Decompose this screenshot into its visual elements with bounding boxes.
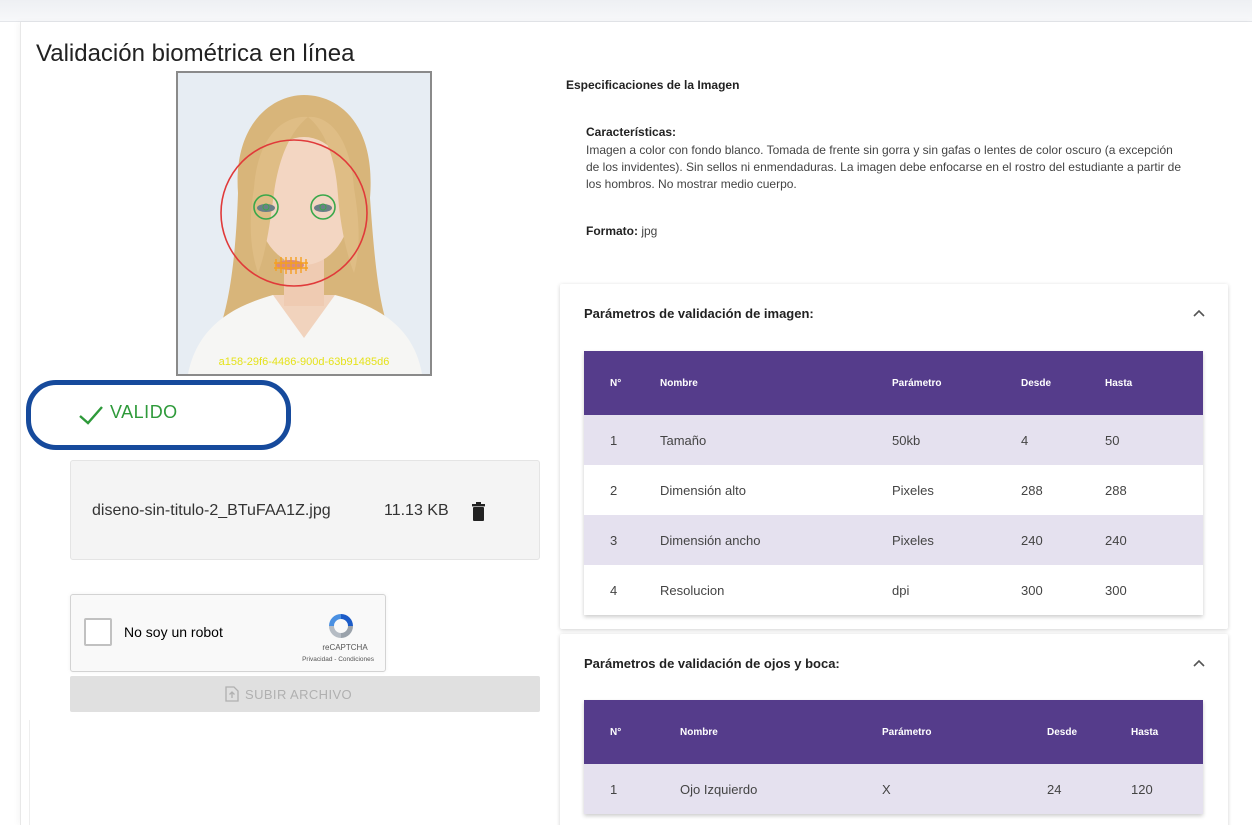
cell-hasta: 50 — [1079, 415, 1203, 465]
cell-n: 3 — [584, 515, 644, 565]
cell-nombre: Tamaño — [644, 415, 866, 465]
cell-n: 2 — [584, 465, 644, 515]
photo-id-watermark: a158-29f6-4486-900d-63b91485d6 — [218, 356, 390, 368]
page-title: Validación biométrica en línea — [36, 40, 355, 67]
photo-preview: a158-29f6-4486-900d-63b91485d6 — [176, 71, 432, 376]
table-row: 1 Tamaño 50kb 4 50 — [584, 415, 1203, 465]
format-label: Formato: — [586, 224, 638, 238]
chevron-up-icon[interactable] — [1193, 659, 1205, 667]
cell-desde: 4 — [995, 415, 1079, 465]
recaptcha-logo-icon — [329, 614, 353, 638]
col-desde: Desde — [995, 351, 1079, 415]
col-nombre: Nombre — [644, 351, 866, 415]
characteristics-text: Imagen a color con fondo blanco. Tomada … — [586, 143, 1182, 191]
upload-file-label: SUBIR ARCHIVO — [245, 687, 353, 702]
cell-hasta: 300 — [1079, 565, 1203, 615]
file-size: 11.13 KB — [384, 502, 449, 519]
col-n: N° — [584, 351, 644, 415]
trash-icon[interactable] — [471, 502, 486, 521]
cell-desde: 288 — [995, 465, 1079, 515]
recaptcha-label: No soy un robot — [124, 624, 223, 640]
table-header-row: N° Nombre Parámetro Desde Hasta — [584, 700, 1203, 764]
table-header-row: N° Nombre Parámetro Desde Hasta — [584, 351, 1203, 415]
col-desde: Desde — [1021, 700, 1105, 764]
portrait-image — [178, 73, 430, 374]
upload-file-icon — [225, 686, 239, 702]
top-banner — [0, 0, 1252, 22]
cell-parametro: Pixeles — [866, 515, 995, 565]
recaptcha-links[interactable]: Privacidad - Condiciones — [280, 656, 374, 663]
characteristics-label: Características: — [586, 125, 677, 139]
cell-n: 1 — [584, 764, 644, 814]
cell-parametro: dpi — [866, 565, 995, 615]
cell-parametro: 50kb — [866, 415, 995, 465]
status-label: VALIDO — [110, 402, 178, 422]
spec-title: Especificaciones de la Imagen — [566, 78, 740, 92]
table-row: 1 Ojo Izquierdo X 24 120 — [584, 764, 1203, 814]
cell-nombre: Dimensión ancho — [644, 515, 866, 565]
eye-params-title[interactable]: Parámetros de validación de ojos y boca: — [584, 656, 840, 671]
format-value: jpg — [641, 224, 658, 238]
col-parametro: Parámetro — [866, 351, 995, 415]
col-hasta: Hasta — [1079, 351, 1203, 415]
eye-params-table: N° Nombre Parámetro Desde Hasta 1 Ojo Iz… — [584, 700, 1203, 814]
cell-nombre: Dimensión alto — [644, 465, 866, 515]
cell-desde: 240 — [995, 515, 1079, 565]
cell-n: 4 — [584, 565, 644, 615]
cell-desde: 300 — [995, 565, 1079, 615]
recaptcha-brand: reCAPTCHA — [322, 643, 368, 652]
col-parametro: Parámetro — [866, 700, 1021, 764]
cell-parametro: X — [866, 764, 1021, 814]
table-row: 4 Resolucion dpi 300 300 — [584, 565, 1203, 615]
format-line: Formato: jpg — [586, 224, 657, 238]
cell-hasta: 288 — [1079, 465, 1203, 515]
recaptcha-checkbox[interactable] — [84, 618, 112, 646]
cell-nombre: Resolucion — [644, 565, 866, 615]
image-params-title[interactable]: Parámetros de validación de imagen: — [584, 306, 814, 321]
table-row: 3 Dimensión ancho Pixeles 240 240 — [584, 515, 1203, 565]
image-params-table: N° Nombre Parámetro Desde Hasta 1 Tamaño… — [584, 351, 1203, 615]
cell-hasta: 120 — [1105, 764, 1203, 814]
col-nombre: Nombre — [644, 700, 866, 764]
table-row: 2 Dimensión alto Pixeles 288 288 — [584, 465, 1203, 515]
side-edge — [0, 720, 30, 825]
cell-desde: 24 — [1021, 764, 1105, 814]
cell-parametro: Pixeles — [866, 465, 995, 515]
cell-n: 1 — [584, 415, 644, 465]
cell-nombre: Ojo Izquierdo — [644, 764, 866, 814]
cell-hasta: 240 — [1079, 515, 1203, 565]
col-hasta: Hasta — [1105, 700, 1203, 764]
col-n: N° — [584, 700, 644, 764]
check-icon — [79, 406, 103, 425]
chevron-up-icon[interactable] — [1193, 309, 1205, 317]
file-name: diseno-sin-titulo-2_BTuFAA1Z.jpg — [92, 502, 331, 519]
